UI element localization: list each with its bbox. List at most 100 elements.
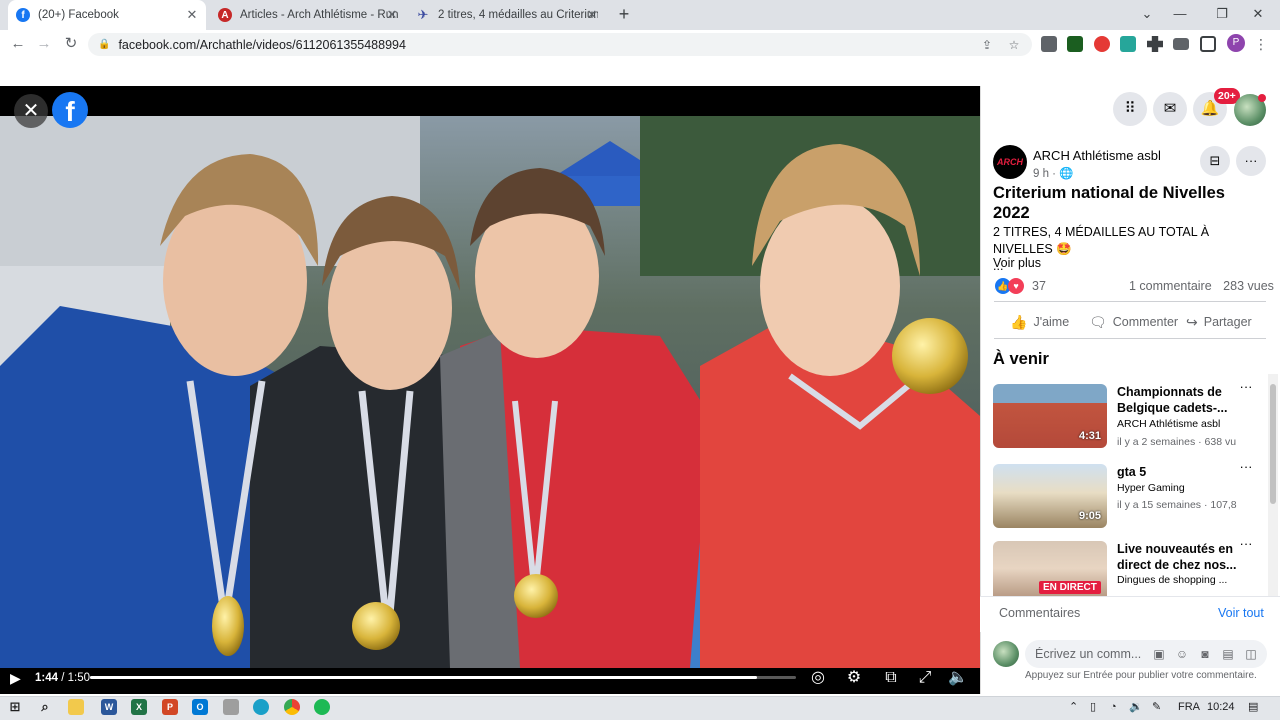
captions-icon[interactable]: ◎	[807, 667, 829, 689]
video-channel: Hyper Gaming	[1117, 482, 1185, 494]
emoji-icon[interactable]: ☺	[1174, 646, 1190, 662]
extension-icon[interactable]	[1041, 36, 1057, 52]
facebook-icon: f	[16, 8, 30, 22]
windows-start-icon[interactable]: ⊞	[7, 699, 23, 715]
more-options-icon[interactable]: ···	[1239, 380, 1253, 394]
comment-button[interactable]: 🗨 Commenter	[1089, 313, 1178, 331]
pen-icon[interactable]: ✎	[1152, 699, 1161, 715]
reaction-count: 37	[1032, 279, 1046, 293]
chrome-icon[interactable]	[284, 699, 300, 715]
tab-arch-articles[interactable]: A Articles - Arch Athlétisme - Runn ✕	[210, 0, 406, 30]
fullscreen-icon[interactable]: ⤢	[914, 667, 936, 689]
reactions-summary[interactable]: 👍 ♥ 37	[995, 278, 1046, 294]
minimize-button[interactable]: —	[1160, 0, 1200, 30]
reload-icon[interactable]: ↻	[61, 34, 81, 54]
avatar-sticker-icon[interactable]: ◫	[1243, 646, 1259, 662]
current-time: 1:44	[35, 672, 59, 684]
word-icon[interactable]: W	[101, 699, 117, 715]
close-window-button[interactable]: ✕	[1238, 0, 1278, 30]
extension-icon[interactable]	[1094, 36, 1110, 52]
share-button[interactable]: ↪ Partager	[1186, 313, 1252, 331]
back-icon[interactable]: ←	[8, 34, 28, 54]
forward-icon[interactable]: →	[34, 34, 54, 54]
spotify-icon[interactable]	[314, 699, 330, 715]
notifications-icon[interactable]: ▤	[1248, 699, 1258, 715]
upcoming-scrollbar[interactable]	[1268, 374, 1278, 596]
share-icon[interactable]: ⇪	[978, 36, 996, 54]
lock-icon: 🔒	[98, 39, 111, 50]
calculator-icon[interactable]	[223, 699, 239, 715]
close-tab-icon[interactable]: ✕	[384, 7, 400, 23]
duration: 1:50	[67, 672, 91, 684]
comment-count[interactable]: 1 commentaire	[1129, 279, 1212, 293]
video-progress-fill	[90, 676, 758, 679]
browser-tab-strip: f (20+) Facebook ✕ A Articles - Arch Ath…	[0, 0, 1280, 30]
more-options-icon[interactable]: ···	[1239, 541, 1253, 551]
speaker-icon[interactable]: 🔉	[1129, 699, 1143, 715]
language-indicator[interactable]: FRA	[1178, 699, 1200, 715]
outlook-icon[interactable]: O	[192, 699, 208, 715]
camera-icon[interactable]: ◙	[1197, 646, 1213, 662]
tab-facebook[interactable]: f (20+) Facebook ✕	[8, 0, 206, 30]
facebook-logo-icon[interactable]: f	[52, 92, 88, 128]
like-button[interactable]: 👍 J'aime	[1010, 313, 1069, 331]
share-arrow-icon: ↪	[1186, 313, 1198, 330]
post-title: Criterium national de Nivelles 2022	[993, 184, 1225, 222]
profile-avatar[interactable]: P	[1227, 34, 1245, 52]
upcoming-video-item[interactable]: EN DIRECT Live nouveautés en direct de c…	[993, 541, 1263, 596]
powerpoint-icon[interactable]: P	[162, 699, 178, 715]
close-tab-icon[interactable]: ✕	[184, 7, 200, 23]
picture-in-picture-icon[interactable]: ⧉	[880, 667, 902, 689]
address-bar[interactable]: 🔒 facebook.com/Archathle/videos/61120613…	[88, 33, 1032, 56]
upcoming-video-item[interactable]: 4:31 Championnats de Belgique cadets-...…	[993, 380, 1263, 448]
scrollbar-thumb[interactable]	[1270, 384, 1276, 504]
video-thumbnail: 4:31	[993, 384, 1107, 448]
clock[interactable]: 10:24	[1207, 699, 1235, 715]
share-label: Partager	[1203, 315, 1252, 329]
video-channel: Dingues de shopping ...	[1117, 574, 1228, 586]
page-name[interactable]: ARCH Athlétisme asbl	[1033, 148, 1161, 163]
video-duration: 4:31	[1078, 430, 1101, 442]
post-stats: 1 commentaire 283 vues	[1129, 279, 1274, 293]
browser-toolbar: ← → ↻ 🔒 facebook.com/Archathle/videos/61…	[0, 30, 1280, 58]
page-avatar[interactable]: ARCH	[993, 145, 1027, 179]
close-video-icon[interactable]: ✕	[14, 94, 48, 128]
tray-chevron-icon[interactable]: ⌃	[1069, 699, 1078, 715]
extension-icon[interactable]	[1120, 36, 1136, 52]
search-icon[interactable]: ⌕	[37, 699, 53, 715]
video-progress-bar[interactable]	[90, 676, 796, 679]
gif-icon[interactable]: ▤	[1220, 646, 1236, 662]
upcoming-video-item[interactable]: 9:05 gta 5 Hyper Gaming il y a 15 semain…	[993, 460, 1263, 528]
new-tab-button[interactable]: +	[614, 4, 634, 24]
sticker-icon[interactable]: ▣	[1151, 646, 1167, 662]
maximize-button[interactable]: ❐	[1202, 0, 1242, 30]
browser-menu-icon[interactable]: ⋮	[1254, 34, 1268, 54]
play-icon[interactable]: ▶	[10, 670, 26, 686]
volume-icon[interactable]: 🔈	[947, 667, 969, 689]
tray-app-icon[interactable]: ▯	[1090, 699, 1096, 715]
more-options-icon[interactable]: ···	[1239, 460, 1253, 474]
settings-gear-icon[interactable]: ⚙	[843, 667, 865, 689]
close-tab-icon[interactable]: ✕	[584, 7, 600, 23]
excel-icon[interactable]: X	[131, 699, 147, 715]
video-title: Championnats de Belgique cadets-...	[1117, 385, 1228, 415]
tab-criterium-article[interactable]: ✈ 2 titres, 4 médailles au Criterium ✕	[408, 0, 606, 30]
wifi-icon[interactable]: ◔	[1110, 699, 1117, 715]
tab-title: 2 titres, 4 médailles au Criterium	[438, 9, 598, 21]
see-all-comments-link[interactable]: Voir tout	[1218, 606, 1264, 620]
reading-list-icon[interactable]	[1173, 38, 1189, 50]
save-post-icon[interactable]: ⊟	[1200, 146, 1230, 176]
see-more-link[interactable]: Voir plus	[993, 256, 1041, 270]
post-meta: 9 h · 🌐	[1033, 166, 1074, 180]
extension-icon[interactable]	[1067, 36, 1083, 52]
side-panel-icon[interactable]	[1200, 36, 1216, 52]
file-explorer-icon[interactable]	[68, 699, 84, 715]
video-thumbnail: EN DIRECT	[993, 541, 1107, 596]
video-player[interactable]	[0, 86, 980, 694]
post-time: 9 h ·	[1033, 168, 1057, 180]
messenger-icon[interactable]: ✉	[1153, 92, 1187, 126]
bookmark-star-icon[interactable]: ☆	[1005, 36, 1023, 54]
edge-icon[interactable]	[253, 699, 269, 715]
more-options-icon[interactable]: ···	[1236, 146, 1266, 176]
menu-grid-icon[interactable]: ⠿	[1113, 92, 1147, 126]
